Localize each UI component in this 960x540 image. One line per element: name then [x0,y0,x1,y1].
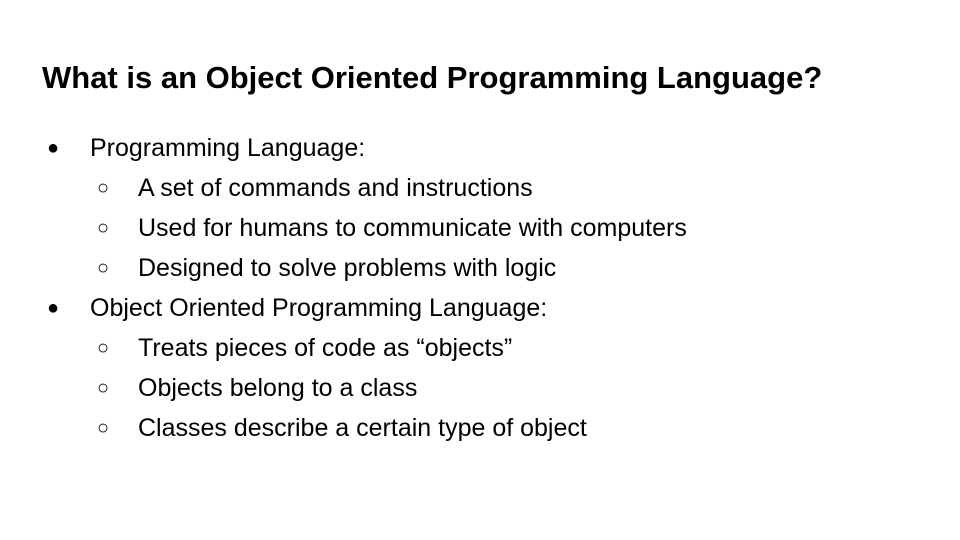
bullet-item-programming-language: ● Programming Language: [0,128,960,168]
bullet-text: Object Oriented Programming Language: [90,294,548,322]
sub-bullet-marker: ○ [97,337,110,359]
sub-bullet-item: ○ Treats pieces of code as “objects” [0,328,960,368]
sub-bullet-text: Used for humans to communicate with comp… [138,214,687,242]
sub-bullet-text: Designed to solve problems with logic [138,254,557,282]
sub-bullet-item: ○ Objects belong to a class [0,368,960,408]
sub-bullet-item: ○ Used for humans to communicate with co… [0,208,960,248]
sub-bullet-item: ○ A set of commands and instructions [0,168,960,208]
sub-bullet-marker: ○ [97,177,110,199]
bullet-marker: ● [47,297,60,319]
sub-bullet-marker: ○ [97,417,110,439]
sub-bullet-marker: ○ [97,217,110,239]
sub-bullet-text: Treats pieces of code as “objects” [138,334,513,362]
sub-bullet-marker: ○ [97,377,110,399]
sub-bullet-item: ○ Classes describe a certain type of obj… [0,408,960,448]
bullet-list: ● Programming Language: ○ A set of comma… [0,128,960,448]
sub-bullet-item: ○ Designed to solve problems with logic [0,248,960,288]
sub-bullet-text: Classes describe a certain type of objec… [138,414,587,442]
bullet-text: Programming Language: [90,134,366,162]
bullet-marker: ● [47,137,60,159]
slide-title: What is an Object Oriented Programming L… [42,60,823,95]
slide: What is an Object Oriented Programming L… [0,0,960,540]
bullet-item-oop-language: ● Object Oriented Programming Language: [0,288,960,328]
sub-bullet-text: Objects belong to a class [138,374,418,402]
sub-bullet-text: A set of commands and instructions [138,174,533,202]
sub-bullet-marker: ○ [97,257,110,279]
